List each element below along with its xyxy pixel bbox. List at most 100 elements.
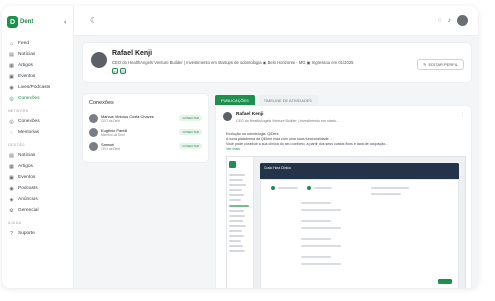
tab-label: PUBLICAÇÕES: [221, 97, 249, 103]
screenshot-menu-line: [229, 224, 246, 227]
sidebar-item-not-cias[interactable]: ▤ Notícias: [7, 49, 68, 60]
sidebar-item-label: Artigos: [18, 164, 33, 169]
sidebar-item-eventos[interactable]: ▣ Eventos: [7, 71, 68, 82]
sidebar-item-label: Mentorias: [18, 130, 40, 135]
screenshot-row: [314, 187, 332, 189]
screenshot-menu-line: [229, 209, 244, 212]
sidebar-item-label: Notícias: [18, 153, 36, 158]
connection-info: Eugênio Parelli Membro da Dent: [101, 128, 179, 137]
calendar-icon: ▣: [9, 73, 14, 80]
sidebar-item-conex-es[interactable]: ◎ Conexões: [7, 116, 68, 127]
sidebar-item-artigos[interactable]: ▦ Artigos: [7, 60, 68, 71]
user-avatar[interactable]: [457, 15, 468, 26]
sidebar-item-gerencial[interactable]: ⚙ Gerencial: [7, 205, 68, 216]
profile-bio: CEO do HealthAngels Venture Builder | In…: [112, 60, 354, 65]
sidebar-item-label: Podcasts: [18, 186, 38, 191]
news-icon: ▤: [9, 51, 14, 58]
brand: D Dent ◐: [7, 15, 68, 29]
screenshot-row: [278, 187, 298, 189]
topbar-actions: ◌ ♪: [438, 15, 468, 26]
screenshot-menu-line: [229, 219, 243, 222]
sidebar-item-conex-es[interactable]: ◎ Conexões: [7, 93, 68, 104]
screenshot-menu-line: [229, 235, 244, 238]
sidebar-item-eventos[interactable]: ▣ Eventos: [7, 172, 68, 183]
feed-panel: Rafael Kenji CEO do HealthAngels Venture…: [215, 105, 472, 288]
connection-avatar[interactable]: [89, 141, 98, 151]
screenshot-header: Custo Hora Clínica: [260, 163, 459, 179]
home-icon: ⌂: [9, 40, 14, 47]
screenshot-menu-line: [229, 250, 245, 253]
linkedin-icon[interactable]: in: [112, 68, 118, 74]
edit-icon: ✎: [423, 62, 427, 67]
article-icon: ▦: [9, 62, 14, 69]
sidebar-item-suporte[interactable]: ? Suporte: [7, 228, 68, 239]
settings-icon: ⚙: [9, 207, 14, 214]
sidebar-item-mentorias[interactable]: ◌ Mentorias: [7, 127, 68, 138]
screenshot-row: [371, 187, 409, 189]
sidebar-item-label: Lives/Podcasts: [18, 85, 51, 90]
screenshot-row: [301, 202, 331, 204]
screenshot-row: [301, 263, 341, 265]
profile-avatar: [91, 52, 107, 68]
sidebar-item-an-ncios[interactable]: ◈ Anúncios: [7, 194, 68, 205]
screenshot-row: [301, 227, 341, 229]
tab-timeline[interactable]: TIMELINE DE ATIVIDADES: [257, 95, 318, 105]
article-icon: ▦: [9, 163, 14, 170]
screenshot-menu-line: [229, 230, 242, 233]
sidebar-item-label: Artigos: [18, 63, 33, 68]
connection-avatar[interactable]: [89, 127, 98, 137]
post-author-name[interactable]: Rafael Kenji: [236, 112, 263, 117]
sidebar-item-label: Feed: [18, 41, 29, 46]
screenshot-button: [438, 279, 452, 284]
collapse-sidebar-icon[interactable]: ◐: [64, 19, 68, 26]
dark-mode-icon[interactable]: ☾: [90, 16, 97, 25]
instagram-icon[interactable]: ◎: [120, 68, 126, 74]
connect-button[interactable]: CONECTAR: [179, 129, 202, 135]
whatsapp-icon[interactable]: ◌: [438, 17, 442, 24]
see-more-link[interactable]: Ver mais: [226, 147, 464, 152]
post-author-subtitle: CEO do HealthAngels Venture Builder | In…: [236, 119, 340, 123]
sidebar-item-label: Eventos: [18, 74, 36, 79]
screenshot-logo: [229, 161, 236, 168]
screenshot-menu-line: [229, 179, 243, 182]
sidebar-item-artigos[interactable]: ▦ Artigos: [7, 161, 68, 172]
screenshot-row: [301, 245, 341, 247]
calendar-icon: ▣: [9, 174, 14, 181]
screenshot-menu-line: [229, 184, 246, 187]
connections-list: Marcus Vinicius Costa Chaves CEO da Dent C…: [89, 111, 202, 153]
connection-avatar[interactable]: [89, 113, 98, 123]
connect-button[interactable]: CONECTAR: [179, 115, 202, 121]
sidebar-item-label: Suporte: [18, 231, 35, 236]
connections-title: Conexões: [89, 100, 114, 106]
screenshot-row: [301, 238, 331, 240]
screenshot-row: [301, 220, 331, 222]
screenshot-menu-line: [229, 214, 245, 217]
sidebar-section-label: GESTÃO: [8, 143, 25, 147]
edit-profile-button[interactable]: ✎ EDITAR PERFIL: [417, 59, 464, 70]
sidebar-item-label: Notícias: [18, 52, 36, 57]
sidebar-item-podcasts[interactable]: ◉ Podcasts: [7, 183, 68, 194]
app-window: D Dent ◐ ⌂ Feed ▤ Notícias ▦ Artigos ▣ Eventos ◉…: [2, 6, 478, 288]
screenshot-row: [371, 193, 401, 195]
screenshot-title: Custo Hora Clínica: [264, 166, 291, 170]
chat-icon: ◌: [10, 129, 13, 136]
screenshot-sidebar: [227, 157, 254, 288]
screenshot-menu-line-active: [229, 204, 249, 207]
sidebar-section-label: AJUDA: [8, 221, 22, 225]
tab-publicacoes[interactable]: PUBLICAÇÕES: [215, 95, 255, 105]
screenshot-menu-line: [229, 199, 241, 202]
screenshot-row: [301, 209, 341, 211]
sidebar-item-not-cias[interactable]: ▤ Notícias: [7, 150, 68, 161]
notification-bell-icon[interactable]: ♪: [448, 17, 451, 24]
mic-icon: ◉: [9, 84, 14, 91]
connection-item: Marcus Vinicius Costa Chaves CEO da Dent C…: [89, 111, 202, 125]
post-options-icon[interactable]: ⋮: [460, 112, 465, 118]
screenshot-menu-line: [229, 245, 243, 248]
edit-profile-label: EDITAR PERFIL: [428, 62, 459, 67]
sidebar-item-lives-podcasts[interactable]: ◉ Lives/Podcasts: [7, 82, 68, 93]
post-image[interactable]: Custo Hora Clínica: [226, 156, 466, 288]
post-author-avatar: [223, 112, 232, 121]
connect-button[interactable]: CONECTAR: [179, 143, 202, 149]
sidebar-item-feed[interactable]: ⌂ Feed: [7, 38, 68, 49]
sidebar-item-label: Conexões: [18, 96, 40, 101]
